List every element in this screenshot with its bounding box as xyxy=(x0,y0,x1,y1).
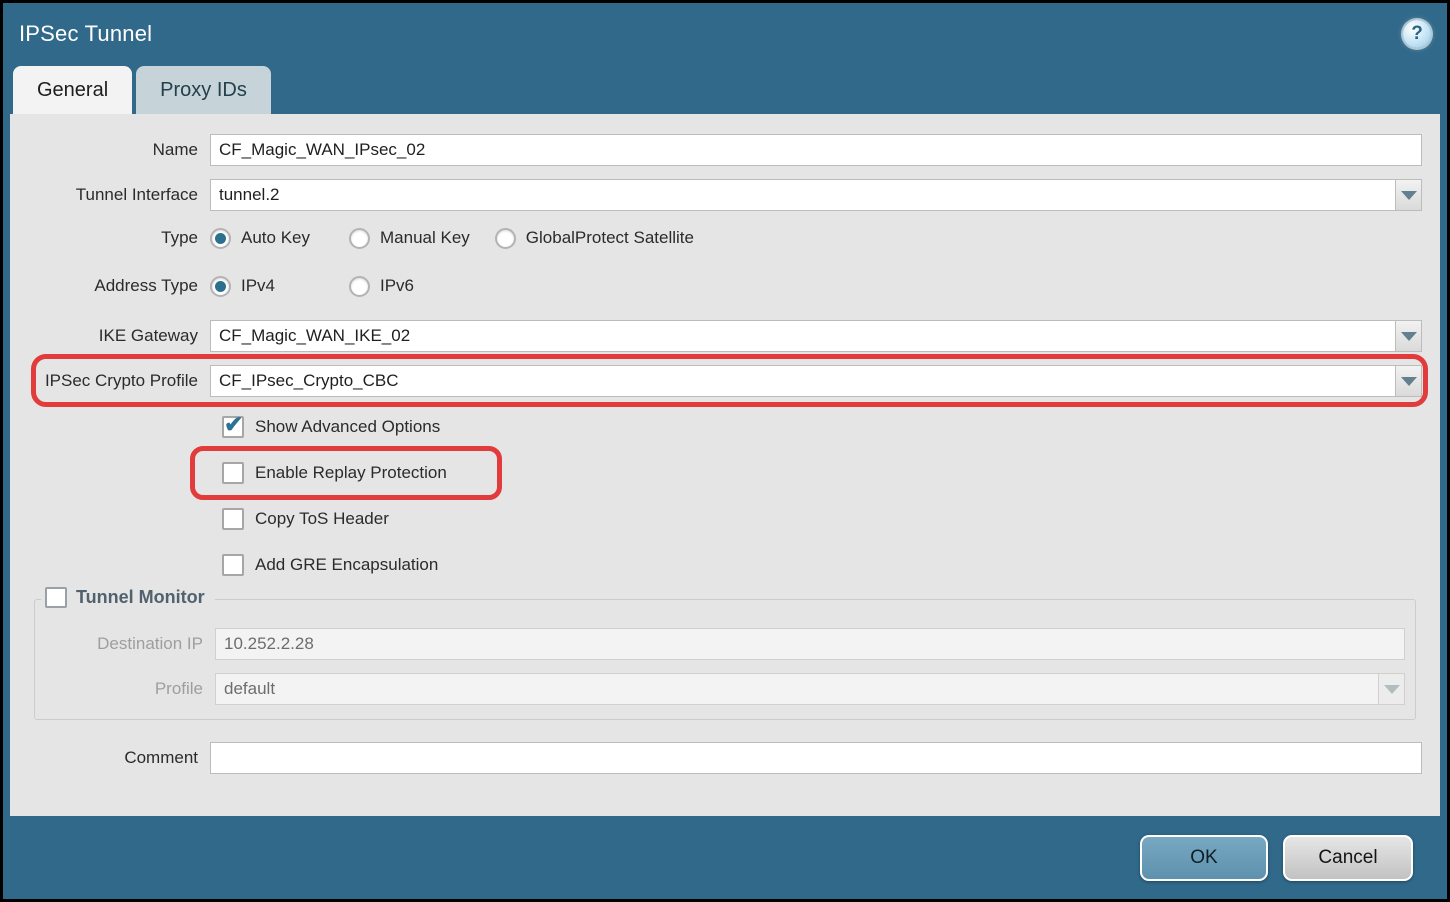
radio-ipv6[interactable] xyxy=(349,276,370,297)
type-option-auto-key[interactable]: Auto Key xyxy=(210,228,324,249)
help-icon[interactable]: ? xyxy=(1403,20,1431,48)
ipsec-crypto-profile-input[interactable] xyxy=(210,365,1395,397)
tab-general[interactable]: General xyxy=(13,66,132,114)
enable-replay-protection-checkbox[interactable] xyxy=(222,462,244,484)
ipv4-label: IPv4 xyxy=(241,276,275,296)
profile-input xyxy=(215,673,1378,705)
tunnel-interface-label: Tunnel Interface xyxy=(28,185,210,205)
name-label: Name xyxy=(28,140,210,160)
ike-gateway-label: IKE Gateway xyxy=(28,326,210,346)
radio-globalprotect-satellite[interactable] xyxy=(495,228,516,249)
tab-proxy-ids[interactable]: Proxy IDs xyxy=(136,66,271,114)
tunnel-monitor-legend: Tunnel Monitor xyxy=(41,587,215,608)
tunnel-interface-input[interactable] xyxy=(210,179,1395,211)
manual-key-label: Manual Key xyxy=(380,228,470,248)
dialog-footer: OK Cancel xyxy=(3,816,1447,899)
ike-gateway-dropdown-button[interactable] xyxy=(1395,320,1422,352)
general-tab-panel: Name Tunnel Interface Type Auto Key Manu… xyxy=(10,114,1440,816)
copy-tos-header-label: Copy ToS Header xyxy=(255,509,389,529)
cancel-button[interactable]: Cancel xyxy=(1283,835,1413,881)
show-advanced-options-checkbox[interactable] xyxy=(222,416,244,438)
dialog-title: IPSec Tunnel xyxy=(19,21,152,47)
chevron-down-icon xyxy=(1384,685,1400,694)
tunnel-interface-row: Tunnel Interface xyxy=(28,179,1422,211)
ipsec-tunnel-dialog: IPSec Tunnel ? General Proxy IDs Name Tu… xyxy=(0,0,1450,902)
show-advanced-options-row[interactable]: Show Advanced Options xyxy=(222,415,1422,439)
ipsec-crypto-profile-row: IPSec Crypto Profile xyxy=(28,365,1422,397)
enable-replay-protection-row[interactable]: Enable Replay Protection xyxy=(222,461,1422,485)
comment-label: Comment xyxy=(28,748,210,768)
type-label: Type xyxy=(28,228,210,248)
profile-row: Profile xyxy=(45,673,1405,705)
tunnel-monitor-label: Tunnel Monitor xyxy=(76,587,205,608)
type-option-manual-key[interactable]: Manual Key xyxy=(349,228,470,249)
show-advanced-options-label: Show Advanced Options xyxy=(255,417,440,437)
ipsec-crypto-profile-label: IPSec Crypto Profile xyxy=(28,371,210,391)
destination-ip-label: Destination IP xyxy=(45,634,215,654)
copy-tos-header-checkbox[interactable] xyxy=(222,508,244,530)
add-gre-encapsulation-checkbox[interactable] xyxy=(222,554,244,576)
chevron-down-icon xyxy=(1401,332,1417,341)
add-gre-encapsulation-label: Add GRE Encapsulation xyxy=(255,555,438,575)
add-gre-encapsulation-row[interactable]: Add GRE Encapsulation xyxy=(222,553,1422,577)
tab-bar: General Proxy IDs xyxy=(3,65,1447,114)
profile-label: Profile xyxy=(45,679,215,699)
profile-dropdown-button xyxy=(1378,673,1405,705)
address-type-row: Address Type IPv4 IPv6 xyxy=(28,272,1422,300)
ipsec-crypto-profile-dropdown-button[interactable] xyxy=(1395,365,1422,397)
ike-gateway-row: IKE Gateway xyxy=(28,320,1422,352)
comment-row: Comment xyxy=(28,742,1422,774)
ipsec-crypto-profile-combo xyxy=(210,365,1422,397)
tunnel-monitor-checkbox[interactable] xyxy=(45,587,67,608)
address-type-option-ipv4[interactable]: IPv4 xyxy=(210,276,324,297)
tunnel-monitor-fieldset: Tunnel Monitor Destination IP Profile xyxy=(34,599,1416,720)
radio-ipv4[interactable] xyxy=(210,276,231,297)
type-row: Type Auto Key Manual Key GlobalProtect S… xyxy=(28,224,1422,252)
address-type-label: Address Type xyxy=(28,276,210,296)
chevron-down-icon xyxy=(1401,191,1417,200)
tunnel-interface-dropdown-button[interactable] xyxy=(1395,179,1422,211)
profile-combo xyxy=(215,673,1405,705)
tab-general-label: General xyxy=(37,79,108,102)
radio-auto-key[interactable] xyxy=(210,228,231,249)
help-glyph: ? xyxy=(1411,23,1423,45)
address-type-option-ipv6[interactable]: IPv6 xyxy=(349,276,463,297)
chevron-down-icon xyxy=(1401,377,1417,386)
ike-gateway-combo xyxy=(210,320,1422,352)
destination-ip-row: Destination IP xyxy=(45,628,1405,660)
ipv6-label: IPv6 xyxy=(380,276,414,296)
tunnel-interface-combo xyxy=(210,179,1422,211)
comment-input[interactable] xyxy=(210,742,1422,774)
auto-key-label: Auto Key xyxy=(241,228,310,248)
type-option-globalprotect-satellite[interactable]: GlobalProtect Satellite xyxy=(495,228,694,249)
enable-replay-protection-label: Enable Replay Protection xyxy=(255,463,447,483)
dialog-titlebar: IPSec Tunnel ? xyxy=(3,3,1447,65)
globalprotect-satellite-label: GlobalProtect Satellite xyxy=(526,228,694,248)
ok-button[interactable]: OK xyxy=(1140,835,1268,881)
radio-manual-key[interactable] xyxy=(349,228,370,249)
name-input[interactable] xyxy=(210,134,1422,166)
tab-proxy-ids-label: Proxy IDs xyxy=(160,79,247,102)
name-row: Name xyxy=(28,134,1422,166)
copy-tos-header-row[interactable]: Copy ToS Header xyxy=(222,507,1422,531)
destination-ip-input xyxy=(215,628,1405,660)
ike-gateway-input[interactable] xyxy=(210,320,1395,352)
